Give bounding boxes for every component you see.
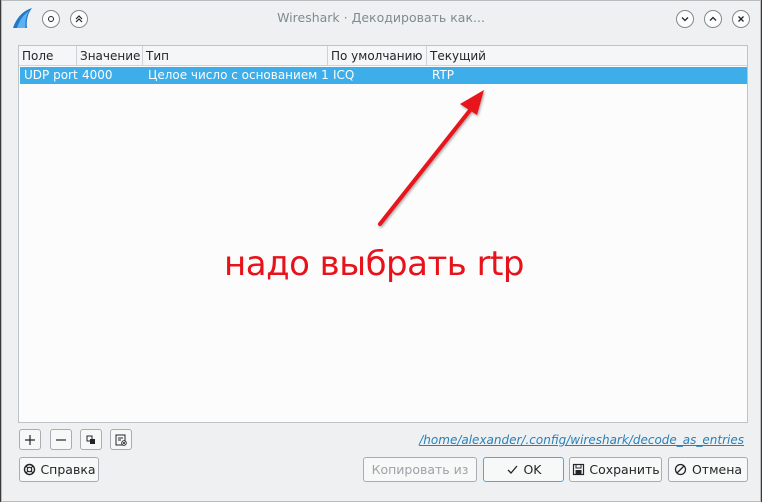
table-header: Поле Значение Тип По умолчанию Текущий xyxy=(19,46,747,66)
save-button[interactable]: Сохранить xyxy=(569,457,662,482)
floppy-disk-icon xyxy=(571,463,585,477)
table-row[interactable]: UDP port 4000 Целое число с основанием 1… xyxy=(20,67,747,84)
window-title: Wireshark · Декодировать как... xyxy=(277,10,485,25)
annotation-text: надо выбрать rtp xyxy=(224,244,525,284)
column-header-default[interactable]: По умолчанию xyxy=(328,46,427,66)
add-entry-button[interactable] xyxy=(19,429,41,450)
config-path-link[interactable]: /home/alexander/.config/wireshark/decode… xyxy=(419,433,744,447)
save-label: Сохранить xyxy=(589,462,660,477)
minus-icon xyxy=(56,438,66,441)
column-header-type[interactable]: Тип xyxy=(143,46,328,66)
cell-current[interactable]: RTP xyxy=(428,67,628,84)
close-button[interactable] xyxy=(732,10,750,28)
column-header-value[interactable]: Значение xyxy=(77,46,143,66)
decode-as-dialog: Wireshark · Декодировать как... Поле Зна… xyxy=(1,0,761,502)
lifebuoy-icon xyxy=(22,463,36,477)
remove-entry-button[interactable] xyxy=(50,429,72,450)
clear-list-icon xyxy=(115,434,127,446)
title-bar: Wireshark · Декодировать как... xyxy=(2,1,760,35)
plus-icon xyxy=(25,434,35,445)
minimize-button[interactable] xyxy=(676,10,694,28)
cell-default: ICQ xyxy=(333,68,355,82)
chevron-down-icon xyxy=(681,17,689,22)
maximize-button[interactable] xyxy=(704,10,722,28)
checkmark-icon xyxy=(505,463,519,477)
help-label: Справка xyxy=(40,462,96,477)
cancel-button[interactable]: Отмена xyxy=(668,457,748,482)
decode-as-table[interactable]: Поле Значение Тип По умолчанию Текущий U… xyxy=(18,45,748,423)
cancel-icon xyxy=(674,463,688,477)
ok-label: OK xyxy=(523,462,542,477)
clear-entries-button[interactable] xyxy=(110,429,132,450)
copy-from-button[interactable]: Копировать из xyxy=(363,457,477,482)
copy-icon xyxy=(86,435,95,444)
ok-button[interactable]: OK xyxy=(483,457,564,482)
cell-value[interactable]: 4000 xyxy=(78,67,144,84)
close-icon xyxy=(738,16,744,22)
column-header-field[interactable]: Поле xyxy=(19,46,77,66)
cancel-label: Отмена xyxy=(691,462,743,477)
help-button[interactable]: Справка xyxy=(19,457,99,482)
chevron-up-icon xyxy=(709,16,717,21)
cell-type: Целое число с основанием 10 xyxy=(148,68,329,82)
column-header-current[interactable]: Текущий xyxy=(427,46,747,66)
copy-entry-button[interactable] xyxy=(80,429,102,450)
copy-from-label: Копировать из xyxy=(371,462,469,477)
cell-field: UDP port xyxy=(24,68,78,82)
